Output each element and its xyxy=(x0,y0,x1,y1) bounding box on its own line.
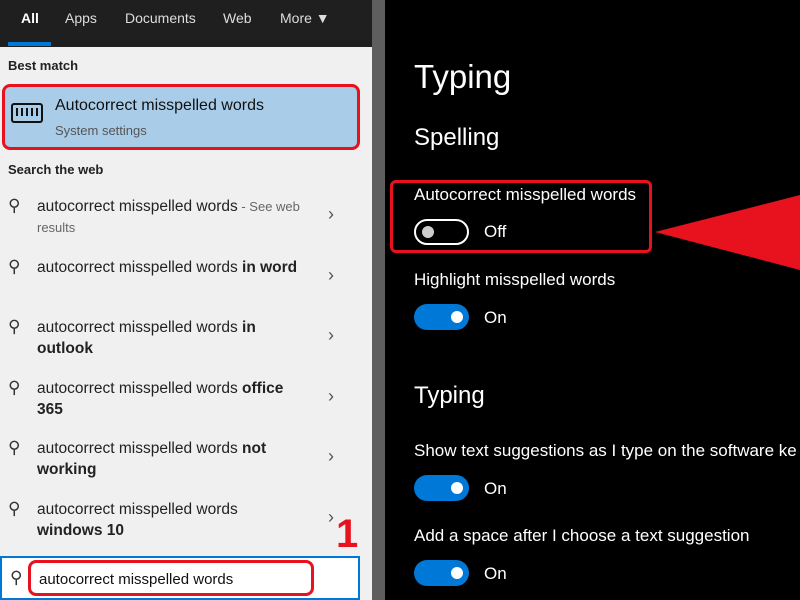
red-arrow-icon xyxy=(655,195,800,270)
web-result-text: autocorrect misspelled words windows 10 xyxy=(37,500,238,539)
web-heading: Search the web xyxy=(8,162,104,177)
space-toggle[interactable] xyxy=(414,560,469,586)
search-tabs: All Apps Documents Web More ▼ xyxy=(0,0,372,47)
search-icon: ⚲ xyxy=(10,568,23,587)
web-result-text: autocorrect misspelled words office 365 xyxy=(37,379,284,418)
search-icon: ⚲ xyxy=(8,498,21,518)
web-result-item[interactable]: ⚲ autocorrect misspelled words - See web … xyxy=(0,190,372,250)
highlight-toggle[interactable] xyxy=(414,304,469,330)
chevron-right-icon[interactable]: › xyxy=(328,507,334,528)
active-tab-indicator xyxy=(8,42,51,46)
autocorrect-label: Autocorrect misspelled words xyxy=(414,185,637,204)
typing-heading: Typing xyxy=(414,382,485,409)
chevron-right-icon[interactable]: › xyxy=(328,325,334,346)
space-state: On xyxy=(484,564,507,583)
chevron-right-icon[interactable]: › xyxy=(328,265,334,286)
search-panel: All Apps Documents Web More ▼ Best match… xyxy=(0,0,372,600)
tab-more[interactable]: More ▼ xyxy=(280,10,330,26)
chevron-right-icon[interactable]: › xyxy=(328,204,334,225)
web-result-item[interactable]: ⚲ autocorrect misspelled words windows 10… xyxy=(0,493,372,553)
best-match-title: Autocorrect misspelled words xyxy=(55,97,264,114)
suggestions-toggle[interactable] xyxy=(414,475,469,501)
tab-documents[interactable]: Documents xyxy=(125,10,196,26)
tab-all[interactable]: All xyxy=(21,10,39,26)
suggestions-label: Show text suggestions as I type on the s… xyxy=(414,441,797,460)
search-icon: ⚲ xyxy=(8,438,21,457)
web-result-item[interactable]: ⚲ autocorrect misspelled words not workin… xyxy=(0,432,372,492)
suggestions-state: On xyxy=(484,479,507,498)
scrollbar[interactable] xyxy=(372,0,385,600)
search-icon: ⚲ xyxy=(8,256,21,276)
search-bar[interactable]: ⚲ autocorrect misspelled words xyxy=(0,556,360,600)
chevron-right-icon[interactable]: › xyxy=(328,446,334,467)
search-icon: ⚲ xyxy=(8,317,21,336)
highlight-state: On xyxy=(484,308,507,327)
best-match-subtitle: System settings xyxy=(55,123,147,138)
web-result-text: autocorrect misspelled words - See web r… xyxy=(37,198,300,235)
autocorrect-toggle[interactable] xyxy=(414,219,469,245)
tab-apps[interactable]: Apps xyxy=(65,10,97,26)
web-result-text: autocorrect misspelled words in word xyxy=(37,258,298,276)
annotation-number: 1 xyxy=(336,512,359,556)
search-icon: ⚲ xyxy=(8,196,21,215)
keyboard-icon xyxy=(11,103,43,123)
web-result-text: autocorrect misspelled words in outlook xyxy=(37,319,256,357)
best-match-heading: Best match xyxy=(8,58,79,73)
autocorrect-state: Off xyxy=(484,222,507,241)
web-result-item[interactable]: ⚲ autocorrect misspelled words in word › xyxy=(0,251,372,311)
tab-web[interactable]: Web xyxy=(223,10,252,26)
web-result-item[interactable]: ⚲ autocorrect misspelled words in outlook… xyxy=(0,311,372,371)
search-icon: ⚲ xyxy=(8,377,21,397)
spelling-heading: Spelling xyxy=(414,124,500,151)
search-input[interactable]: autocorrect misspelled words xyxy=(28,560,314,596)
space-label: Add a space after I choose a text sugges… xyxy=(414,526,750,545)
page-title: Typing xyxy=(414,58,512,95)
chevron-right-icon[interactable]: › xyxy=(328,386,334,407)
highlight-label: Highlight misspelled words xyxy=(414,270,616,289)
web-result-text: autocorrect misspelled words not working xyxy=(37,440,267,478)
web-result-item[interactable]: ⚲ autocorrect misspelled words office 365… xyxy=(0,372,372,432)
best-match-item[interactable]: Autocorrect misspelled words System sett… xyxy=(2,84,360,150)
